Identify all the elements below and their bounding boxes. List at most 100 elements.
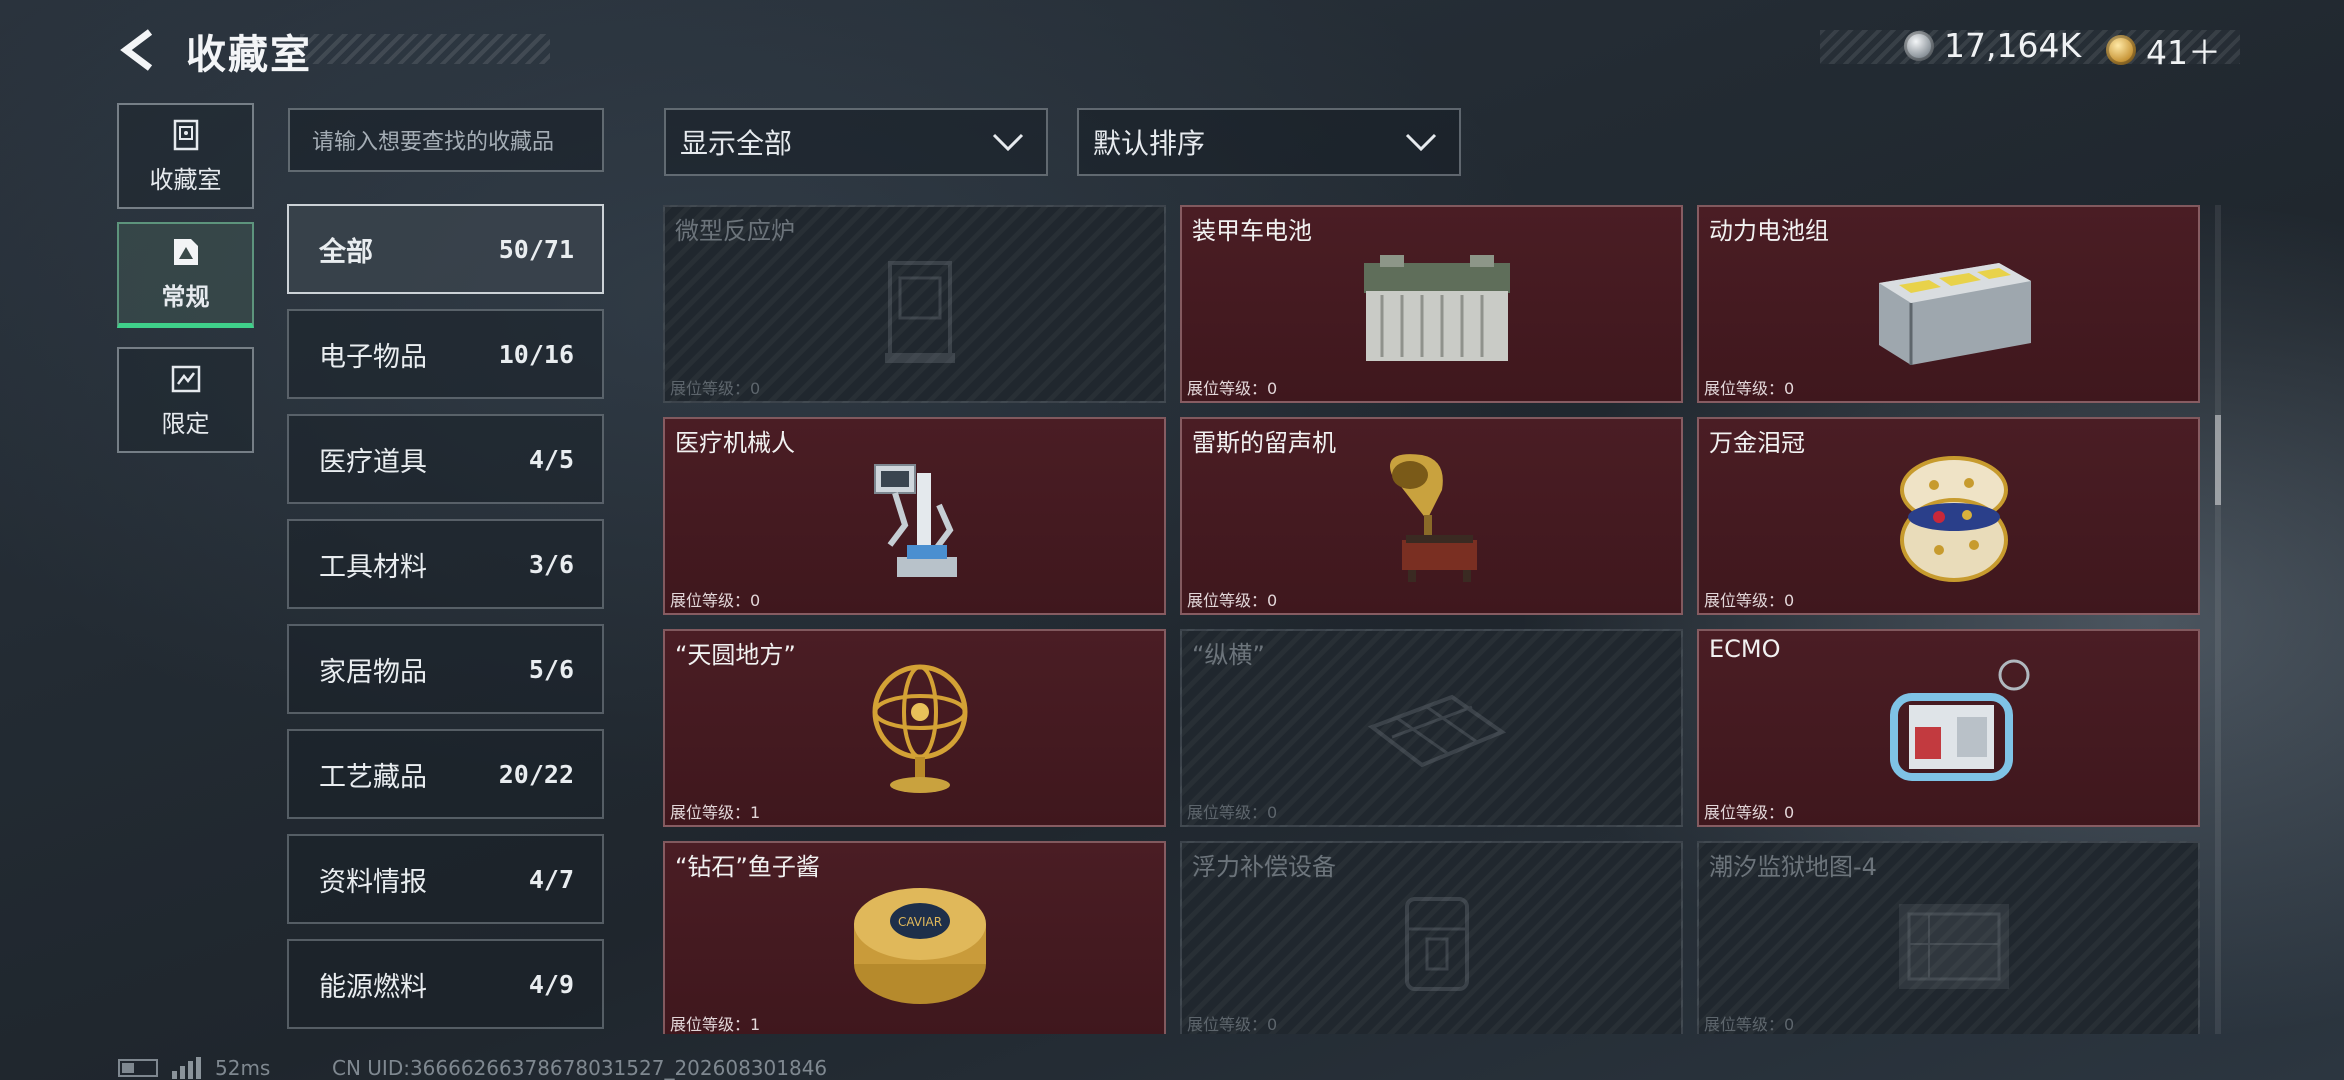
- collection-card[interactable]: 装甲车电池 展位等级：0: [1180, 205, 1683, 403]
- category-count: 4/9: [528, 969, 574, 999]
- battery-pack-icon: [1879, 263, 2031, 365]
- armillary-sphere-icon: [872, 664, 968, 793]
- tab-limited[interactable]: 限定: [117, 347, 254, 453]
- category-label: 电子物品: [319, 341, 427, 373]
- silver-coin-icon: [1904, 30, 1934, 61]
- chessboard-icon: [1367, 694, 1507, 768]
- item-name: 潮汐监狱地图-4: [1709, 853, 1877, 881]
- page-title: 收藏室: [186, 32, 312, 78]
- search-input[interactable]: 请输入想要查找的收藏品: [288, 108, 604, 172]
- display-level: 展位等级：0: [1704, 379, 1795, 398]
- limited-icon: [171, 365, 200, 392]
- chevron-down-icon: [1405, 133, 1437, 152]
- category-count: 4/5: [528, 444, 574, 474]
- category-household[interactable]: 家居物品 5/6: [287, 624, 604, 714]
- chevron-down-icon: [992, 133, 1024, 152]
- item-name: 装甲车电池: [1192, 217, 1312, 245]
- search-placeholder: 请输入想要查找的收藏品: [312, 130, 555, 155]
- category-label: 能源燃料: [319, 971, 427, 1003]
- map-icon: [1899, 904, 2009, 989]
- item-name: “纵横”: [1192, 641, 1265, 669]
- category-label: 医疗道具: [319, 446, 427, 478]
- cabinet-icon: [173, 119, 198, 150]
- display-level: 展位等级：0: [1187, 1015, 1278, 1034]
- category-count: 5/6: [528, 654, 574, 684]
- collection-card[interactable]: 潮汐监狱地图-4 展位等级：0: [1697, 841, 2200, 1034]
- category-count: 10/16: [498, 339, 574, 369]
- collection-card[interactable]: “天圆地方” 展位等级：1: [663, 629, 1166, 827]
- gold-amount: 41＋: [2146, 33, 2221, 72]
- back-arrow-icon[interactable]: [116, 28, 160, 72]
- ecmo-machine-icon: [1890, 659, 2030, 781]
- category-label: 工具材料: [319, 551, 427, 583]
- item-name: 浮力补偿设备: [1192, 853, 1336, 881]
- grid-scroll-thumb[interactable]: [2215, 415, 2221, 505]
- gold-coin-icon: [2106, 35, 2136, 65]
- tab-label: 常规: [161, 283, 210, 311]
- battery-icon: [118, 1059, 158, 1077]
- display-level: 展位等级：1: [670, 803, 761, 822]
- item-name: 万金泪冠: [1709, 429, 1805, 457]
- sort-select[interactable]: 默认排序: [1077, 108, 1461, 176]
- item-name: 微型反应炉: [675, 217, 795, 245]
- jeweled-egg-icon: [1900, 456, 2008, 582]
- signal-icon: [172, 1057, 201, 1079]
- gramophone-icon: [1390, 454, 1477, 582]
- medical-robot-icon: [874, 464, 957, 577]
- category-count: 50/71: [498, 234, 574, 264]
- category-all[interactable]: 全部 50/71: [287, 204, 604, 294]
- display-level: 展位等级：0: [1704, 591, 1795, 610]
- ping-value: 52ms: [215, 1056, 271, 1080]
- collection-card[interactable]: ECMO 展位等级：0: [1697, 629, 2200, 827]
- sort-value: 默认排序: [1093, 127, 1206, 160]
- title-decoration: [300, 34, 550, 64]
- collection-card[interactable]: 万金泪冠 展位等级：0: [1697, 417, 2200, 615]
- reactor-icon: [885, 261, 955, 363]
- buoyancy-device-icon: [1405, 897, 1469, 991]
- item-name: “钻石”鱼子酱: [675, 853, 820, 881]
- display-level: 展位等级：0: [670, 379, 761, 398]
- status-bar: 52ms: [118, 1056, 270, 1080]
- display-level: 展位等级：0: [670, 591, 761, 610]
- collection-card[interactable]: “钻石”鱼子酱 CAVIAR 展位等级：1: [663, 841, 1166, 1034]
- category-label: 家居物品: [319, 656, 427, 688]
- collection-card[interactable]: 医疗机械人 展位等级：0: [663, 417, 1166, 615]
- item-name: 医疗机械人: [675, 429, 795, 457]
- category-count: 20/22: [498, 759, 574, 789]
- category-label: 工艺藏品: [319, 761, 427, 793]
- category-label: 资料情报: [319, 866, 427, 898]
- collection-card[interactable]: 雷斯的留声机 展位等级：0: [1180, 417, 1683, 615]
- category-count: 4/7: [528, 864, 574, 894]
- category-intel[interactable]: 资料情报 4/7: [287, 834, 604, 924]
- grid-scrollbar[interactable]: [2215, 205, 2221, 1034]
- tab-label: 收藏室: [149, 165, 222, 194]
- user-uid: CN UID:3666626637867803152​7_20260830184…: [332, 1056, 828, 1080]
- collection-card[interactable]: “纵横” 展位等级：0: [1180, 629, 1683, 827]
- display-level: 展位等级：0: [1187, 591, 1278, 610]
- category-fuel[interactable]: 能源燃料 4/9: [287, 939, 604, 1029]
- category-medical[interactable]: 医疗道具 4/5: [287, 414, 604, 504]
- collection-grid: 微型反应炉 展位等级：0 装甲车电池 展位等级：0 动力电池组 展位等级：0 医…: [663, 205, 2201, 1034]
- currency-gold[interactable]: 41＋: [2106, 26, 2221, 74]
- collection-icon: [173, 239, 198, 265]
- collection-card[interactable]: 动力电池组 展位等级：0: [1697, 205, 2200, 403]
- tab-regular[interactable]: 常规: [117, 222, 254, 328]
- display-level: 展位等级：0: [1187, 379, 1278, 398]
- category-count: 3/6: [528, 549, 574, 579]
- category-electronics[interactable]: 电子物品 10/16: [287, 309, 604, 399]
- display-filter-select[interactable]: 显示全部: [664, 108, 1048, 176]
- item-name: “天圆地方”: [675, 641, 796, 669]
- svg-text:CAVIAR: CAVIAR: [898, 915, 942, 929]
- collection-card[interactable]: 浮力补偿设备 展位等级：0: [1180, 841, 1683, 1034]
- display-level: 展位等级：1: [670, 1015, 761, 1034]
- collection-card[interactable]: 微型反应炉 展位等级：0: [663, 205, 1166, 403]
- display-level: 展位等级：0: [1704, 803, 1795, 822]
- category-crafts[interactable]: 工艺藏品 20/22: [287, 729, 604, 819]
- category-tools[interactable]: 工具材料 3/6: [287, 519, 604, 609]
- silver-amount: 17,164K: [1944, 26, 2082, 65]
- item-name: ECMO: [1709, 635, 1781, 663]
- item-name: 雷斯的留声机: [1192, 429, 1336, 457]
- tab-collection-room[interactable]: 收藏室: [117, 103, 254, 209]
- currency-silver[interactable]: 17,164K: [1904, 26, 2081, 65]
- tab-label: 限定: [161, 409, 210, 438]
